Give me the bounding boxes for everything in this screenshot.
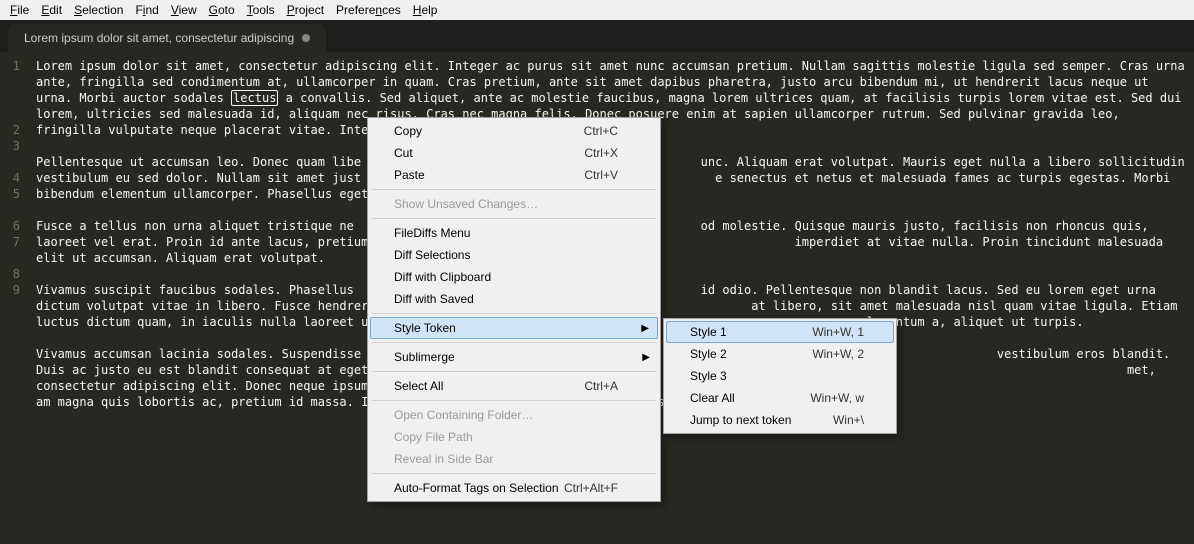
sub-style-3[interactable]: Style 3 (666, 365, 894, 387)
dirty-indicator-icon (302, 34, 310, 42)
menu-preferences[interactable]: Preferences (330, 2, 407, 18)
text: Pellentesque ut accumsan leo. Donec quam… (36, 155, 361, 169)
menubar: File Edit Selection Find View Goto Tools… (0, 0, 1194, 20)
separator (372, 400, 656, 401)
ctx-diff-saved[interactable]: Diff with Saved (370, 288, 658, 310)
ctx-sublimerge[interactable]: Sublimerge▶ (370, 346, 658, 368)
menu-selection[interactable]: Selection (68, 2, 129, 18)
menu-goto[interactable]: Goto (203, 2, 241, 18)
menu-file[interactable]: File (4, 2, 35, 18)
separator (372, 371, 656, 372)
ctx-diff-selections[interactable]: Diff Selections (370, 244, 658, 266)
ctx-reveal-sidebar[interactable]: Reveal in Side Bar (370, 448, 658, 470)
menu-edit[interactable]: Edit (35, 2, 68, 18)
ctx-copy-path[interactable]: Copy File Path (370, 426, 658, 448)
sub-clear-all[interactable]: Clear AllWin+W, w (666, 387, 894, 409)
separator (372, 218, 656, 219)
tab-active[interactable]: Lorem ipsum dolor sit amet, consectetur … (8, 24, 326, 52)
word-highlight: lectus (231, 90, 278, 106)
ctx-select-all[interactable]: Select AllCtrl+A (370, 375, 658, 397)
ctx-show-unsaved[interactable]: Show Unsaved Changes… (370, 193, 658, 215)
sub-style-1[interactable]: Style 1Win+W, 1 (666, 321, 894, 343)
ctx-open-folder[interactable]: Open Containing Folder… (370, 404, 658, 426)
menu-view[interactable]: View (165, 2, 203, 18)
menu-help[interactable]: Help (407, 2, 444, 18)
separator (372, 473, 656, 474)
separator (372, 189, 656, 190)
ctx-copy[interactable]: CopyCtrl+C (370, 120, 658, 142)
menu-find[interactable]: Find (129, 2, 164, 18)
ctx-paste[interactable]: PasteCtrl+V (370, 164, 658, 186)
ctx-style-token[interactable]: Style Token▶ (370, 317, 658, 339)
text: Fusce a tellus non urna aliquet tristiqu… (36, 219, 354, 233)
text: Vivamus suscipit faucibus sodales. Phase… (36, 283, 354, 297)
ctx-auto-format[interactable]: Auto-Format Tags on SelectionCtrl+Alt+F (370, 477, 658, 499)
sub-jump-next[interactable]: Jump to next tokenWin+\ (666, 409, 894, 431)
style-token-submenu: Style 1Win+W, 1 Style 2Win+W, 2 Style 3 … (663, 318, 897, 434)
context-menu: CopyCtrl+C CutCtrl+X PasteCtrl+V Show Un… (367, 117, 661, 502)
ctx-filediffs-menu[interactable]: FileDiffs Menu (370, 222, 658, 244)
separator (372, 313, 656, 314)
menu-project[interactable]: Project (281, 2, 330, 18)
ctx-diff-clipboard[interactable]: Diff with Clipboard (370, 266, 658, 288)
sub-style-2[interactable]: Style 2Win+W, 2 (666, 343, 894, 365)
tab-bar: Lorem ipsum dolor sit amet, consectetur … (0, 20, 1194, 52)
line-gutter: 1 2 3 4 5 6 7 8 9 (0, 52, 28, 544)
separator (372, 342, 656, 343)
menu-tools[interactable]: Tools (241, 2, 281, 18)
tab-title: Lorem ipsum dolor sit amet, consectetur … (24, 31, 294, 45)
submenu-arrow-icon: ▶ (642, 352, 650, 363)
text: Vivamus accumsan lacinia sodales. Suspen… (36, 347, 361, 361)
ctx-cut[interactable]: CutCtrl+X (370, 142, 658, 164)
submenu-arrow-icon: ▶ (641, 323, 649, 334)
